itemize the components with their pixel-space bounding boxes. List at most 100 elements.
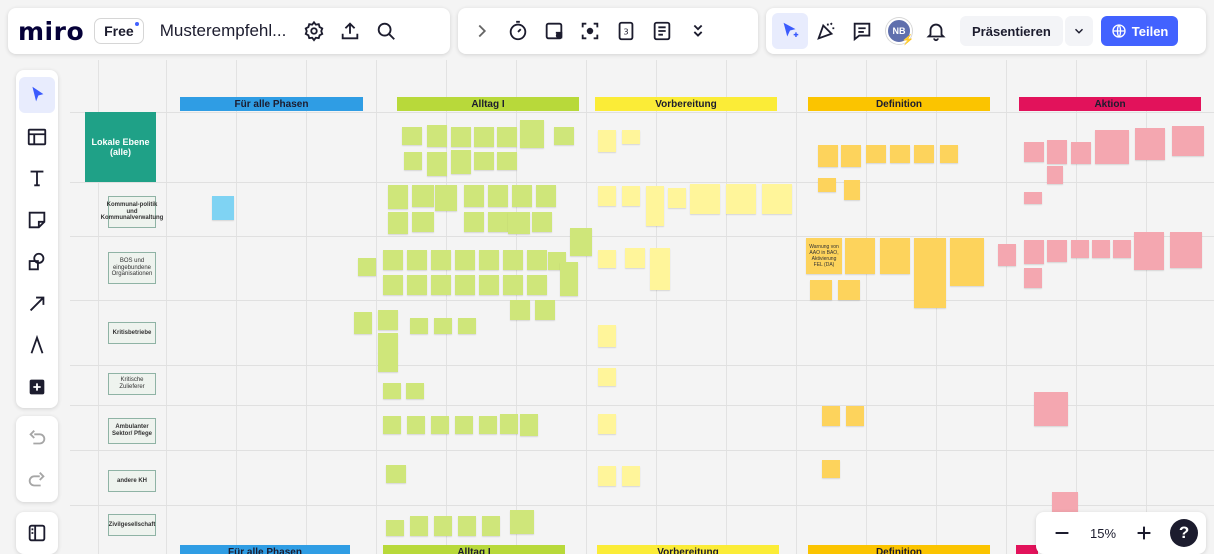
sticky-note[interactable]: [500, 414, 518, 434]
sticky-note[interactable]: [1047, 240, 1067, 262]
sticky-note[interactable]: [383, 250, 403, 270]
pen-tool-icon[interactable]: [19, 328, 55, 364]
redo-icon[interactable]: [19, 462, 55, 498]
sticky-note[interactable]: [427, 152, 447, 176]
sticky-note[interactable]: [479, 250, 499, 270]
card-icon[interactable]: [536, 13, 572, 49]
sticky-note[interactable]: [1024, 142, 1044, 162]
focus-icon[interactable]: [572, 13, 608, 49]
sticky-note[interactable]: [622, 466, 640, 486]
settings-icon[interactable]: [296, 13, 332, 49]
sticky-note[interactable]: [497, 152, 517, 170]
sticky-note[interactable]: [508, 212, 530, 234]
sticky-note[interactable]: [598, 130, 616, 152]
sticky-note[interactable]: [646, 186, 664, 226]
sticky-note[interactable]: [451, 150, 471, 174]
sticky-note[interactable]: [998, 244, 1016, 266]
notes-icon[interactable]: [644, 13, 680, 49]
sticky-note[interactable]: [404, 152, 422, 170]
sticky-note[interactable]: [212, 196, 234, 220]
sticky-note[interactable]: [1092, 240, 1110, 258]
sticky-note[interactable]: [354, 312, 372, 334]
sticky-note[interactable]: [383, 275, 403, 295]
sticky-note[interactable]: [844, 180, 860, 200]
sticky-note[interactable]: [1071, 240, 1089, 258]
sticky-note[interactable]: [497, 127, 517, 147]
sticky-note[interactable]: [940, 145, 958, 163]
sticky-note[interactable]: [560, 262, 578, 296]
sticky-note[interactable]: [474, 152, 494, 170]
sticky-note[interactable]: [818, 145, 838, 167]
zoom-out-icon[interactable]: [1044, 515, 1080, 551]
shapes-icon[interactable]: [19, 244, 55, 280]
sticky-note[interactable]: [1047, 140, 1067, 164]
sticky-note[interactable]: [622, 130, 640, 144]
templates-icon[interactable]: [19, 119, 55, 155]
sticky-note[interactable]: [1172, 126, 1204, 156]
sticky-note[interactable]: [598, 368, 616, 386]
sticky-note[interactable]: [503, 275, 523, 295]
sticky-note[interactable]: [554, 127, 574, 145]
sticky-note[interactable]: [410, 318, 428, 334]
sticky-note[interactable]: [1134, 232, 1164, 270]
sticky-note[interactable]: [1095, 130, 1129, 164]
sticky-note[interactable]: [388, 185, 408, 209]
sticky-note[interactable]: [1135, 128, 1165, 160]
sticky-note[interactable]: [434, 516, 452, 536]
sticky-note[interactable]: [455, 275, 475, 295]
zoom-level[interactable]: 15%: [1090, 526, 1116, 541]
sticky-note[interactable]: [527, 250, 547, 270]
sticky-note[interactable]: [488, 185, 508, 207]
sticky-note[interactable]: [474, 127, 494, 147]
sticky-note[interactable]: [914, 238, 946, 308]
sticky-note[interactable]: [570, 228, 592, 256]
sticky-note[interactable]: [846, 406, 864, 426]
sticky-note[interactable]: [520, 414, 538, 436]
text-tool-icon[interactable]: [19, 161, 55, 197]
sticky-note[interactable]: [458, 516, 476, 536]
sticky-note[interactable]: [650, 248, 670, 290]
sticky-note-warnung[interactable]: Warnung von AAO in BAO, Aktivierung FEL …: [806, 238, 842, 274]
sticky-note[interactable]: [598, 414, 616, 434]
sticky-note[interactable]: [520, 120, 544, 148]
miro-logo[interactable]: miro: [18, 17, 84, 46]
sticky-note[interactable]: [841, 145, 861, 167]
sticky-note[interactable]: [762, 184, 792, 214]
more-icon[interactable]: [680, 13, 716, 49]
sticky-note[interactable]: [532, 212, 552, 232]
user-avatar[interactable]: NB ⚡: [886, 18, 914, 46]
sticky-note[interactable]: [378, 310, 398, 330]
sticky-note[interactable]: [1071, 142, 1091, 164]
sticky-note[interactable]: [598, 186, 616, 206]
board-title[interactable]: Musterempfehl...: [152, 21, 297, 41]
sticky-note[interactable]: [435, 185, 457, 211]
sticky-note[interactable]: [407, 416, 425, 434]
sticky-note[interactable]: [431, 275, 451, 295]
sticky-note[interactable]: [378, 352, 398, 372]
sticky-note[interactable]: [402, 127, 422, 145]
sticky-note[interactable]: [410, 516, 428, 536]
share-button[interactable]: Teilen: [1100, 16, 1179, 46]
sticky-note[interactable]: [845, 238, 875, 274]
sticky-note[interactable]: [358, 258, 376, 276]
select-tool-icon[interactable]: [19, 77, 55, 113]
sticky-note[interactable]: [431, 250, 451, 270]
sticky-note[interactable]: [880, 238, 910, 274]
sticky-note[interactable]: [536, 185, 556, 207]
frames-panel-icon[interactable]: [19, 515, 55, 551]
cursor-icon[interactable]: [772, 13, 808, 49]
sticky-note[interactable]: [488, 212, 508, 232]
sticky-note[interactable]: [1034, 392, 1068, 426]
sticky-note[interactable]: [838, 280, 860, 300]
sticky-note[interactable]: [690, 184, 720, 214]
sticky-note[interactable]: [527, 275, 547, 295]
sticky-note[interactable]: [510, 300, 530, 320]
sticky-note[interactable]: [822, 406, 840, 426]
chevron-right-icon[interactable]: [464, 13, 500, 49]
sticky-note[interactable]: [1024, 192, 1042, 204]
sticky-note[interactable]: [668, 188, 686, 208]
sticky-note[interactable]: [383, 416, 401, 434]
sticky-note[interactable]: [388, 212, 408, 234]
sticky-note[interactable]: [464, 212, 484, 232]
sticky-note-icon[interactable]: [19, 202, 55, 238]
